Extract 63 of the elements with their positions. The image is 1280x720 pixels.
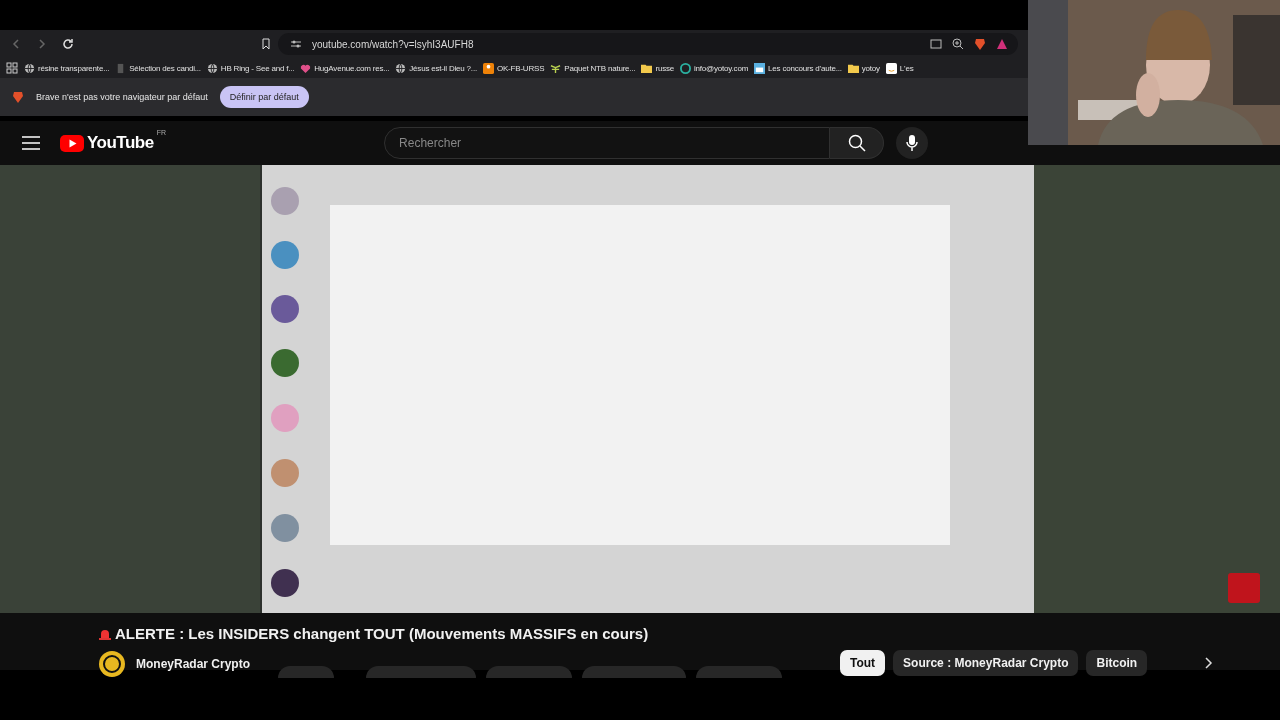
bookmark-label: Jésus est-il Dieu ?... (409, 63, 477, 73)
bookmark-link[interactable]: yotoy (847, 62, 880, 74)
bookmark-link[interactable]: HB Ring - See and f... (206, 62, 295, 74)
bookmark-link[interactable]: résine transparente... (24, 62, 110, 74)
plant-icon (550, 62, 562, 74)
filter-chip[interactable]: Source : MoneyRadar Crypto (893, 650, 1079, 676)
triangle-icon[interactable] (996, 38, 1008, 50)
bookmark-link[interactable]: OK-FB-URSS (482, 62, 545, 74)
site-settings-icon[interactable] (290, 38, 302, 50)
lion-shield-icon (12, 91, 24, 103)
menu-icon[interactable] (22, 136, 40, 150)
zoom-icon[interactable] (952, 38, 964, 50)
globe-icon (206, 62, 218, 74)
lion-shield-icon[interactable] (974, 38, 986, 50)
heart-icon (300, 62, 312, 74)
microphone-icon (906, 135, 919, 151)
bookmark-link[interactable]: L'es (885, 62, 914, 74)
bookmark-label: OK-FB-URSS (496, 63, 545, 73)
bookmark-link[interactable]: HugAvenue.com res... (300, 62, 390, 74)
bookmark-link[interactable]: russe (641, 62, 674, 74)
search-field[interactable]: Rechercher (384, 127, 831, 159)
bookmark-link[interactable]: Jésus est-il Dieu ?... (395, 62, 477, 74)
search-icon (847, 134, 866, 152)
channel-name[interactable]: MoneyRadar Crypto (136, 657, 251, 671)
globe-icon (395, 62, 407, 74)
bookmark-icon[interactable] (260, 38, 272, 50)
back-icon[interactable] (10, 38, 22, 50)
bookmark-logo-icon (482, 62, 494, 74)
bookmark-label: info@yotoy.com (694, 63, 749, 73)
set-default-button[interactable]: Définir par défaut (219, 86, 309, 108)
bookmark-label: russe (655, 63, 674, 73)
apps-icon[interactable] (6, 62, 18, 74)
image-icon (754, 62, 766, 74)
siren-icon (98, 627, 112, 640)
bookmark-label: résine transparente... (38, 63, 110, 73)
folder-icon (847, 62, 859, 74)
filter-chip[interactable]: Bitcoin (1086, 650, 1148, 676)
video-title: ALERTE : Les INSIDERS changent TOUT (Mouvements MASSIFS en cours) (115, 625, 649, 642)
bookmark-label: Paquet NTB nature... (564, 63, 636, 73)
search-button[interactable] (830, 127, 885, 159)
forward-icon[interactable] (36, 38, 48, 50)
bookmark-link[interactable]: Paquet NTB nature... (550, 62, 636, 74)
bookmark-link[interactable]: Les concours d'aute... (754, 62, 842, 74)
play-logo-icon[interactable] (60, 134, 84, 152)
filter-chip[interactable]: Tout (840, 650, 886, 676)
bookmark-label: HugAvenue.com res... (314, 63, 390, 73)
reload-icon[interactable] (62, 38, 74, 50)
globe-icon (24, 62, 35, 74)
channel-avatar[interactable] (98, 650, 126, 678)
bookmark-label: Sélection des candi... (129, 63, 201, 73)
mail-icon (680, 62, 691, 74)
bookmark-label: yotoy (861, 63, 880, 73)
microphone-button[interactable] (896, 127, 929, 159)
bookmark-label: Les concours d'aute... (768, 63, 842, 73)
logo-text[interactable]: YouTube (87, 133, 154, 153)
infobar-message: Brave n'est pas votre navigateur par défaut (36, 92, 208, 102)
bookmark-label: HB Ring - See and f... (220, 63, 295, 73)
bookmark-link[interactable]: Sélection des candi... (115, 62, 201, 74)
bookmark-logo-icon (885, 62, 897, 74)
folder-icon (641, 62, 653, 74)
bookmark-link[interactable]: info@yotoy.com (680, 62, 749, 74)
bookmark-label: L'es (899, 63, 914, 73)
cast-icon[interactable] (930, 38, 942, 50)
